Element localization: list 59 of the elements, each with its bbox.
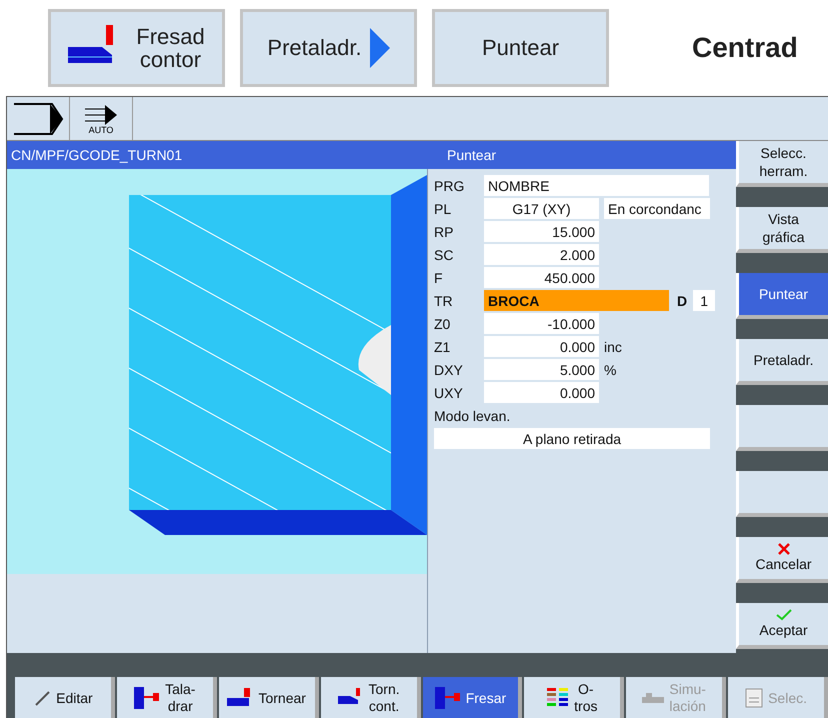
auto-mode-icon (83, 102, 119, 124)
close-icon (778, 542, 790, 555)
softkey[interactable] (736, 471, 828, 517)
lathe-icon (642, 691, 664, 705)
drill-tool-icon (134, 687, 160, 709)
softkey[interactable] (736, 405, 828, 451)
name-field[interactable]: NOMBRE (484, 175, 709, 196)
menu-tab[interactable]: Fresar (422, 677, 522, 718)
menu-button[interactable]: Puntear (432, 9, 609, 87)
softkey[interactable]: Cancelar (736, 537, 828, 583)
window-title: Puntear (447, 147, 496, 163)
value-field[interactable]: 0.000 (484, 382, 599, 403)
pencil-icon (33, 689, 52, 707)
menu-tab[interactable]: O- tros (524, 677, 624, 718)
softkey[interactable]: Selecc. herram. (736, 141, 828, 187)
param-label: PRG (434, 178, 466, 194)
tool-field[interactable]: BROCA (484, 290, 669, 311)
program-arrow-icon (12, 102, 64, 136)
check-icon (776, 608, 792, 621)
d-field[interactable]: 1 (693, 290, 716, 311)
menu-tab[interactable]: Tala- drar (116, 677, 217, 718)
menu-tab[interactable]: Torn. cont. (320, 677, 420, 718)
color-grid-icon (547, 688, 570, 708)
program-path: CN/MPF/GCODE_TURN01 (11, 147, 184, 163)
mode-label: AUTO (88, 124, 114, 134)
param-label: SC (434, 246, 454, 262)
param-label: RP (434, 224, 454, 240)
retract-mode-field[interactable]: A plano retirada (434, 428, 710, 449)
value-field[interactable]: 0.000 (484, 336, 599, 357)
document-icon (745, 688, 764, 708)
param-label: Z0 (434, 316, 452, 332)
param-label: PL (434, 200, 452, 216)
d-label: D (677, 292, 688, 308)
softkey[interactable]: Aceptar (736, 603, 828, 649)
page-heading: Centrad (692, 32, 798, 64)
drill-tool-icon (434, 687, 461, 709)
param-label: DXY (434, 362, 464, 378)
unit-label: inc (604, 338, 622, 354)
value-field[interactable]: 15.000 (484, 221, 599, 242)
value-field[interactable]: 450.000 (484, 267, 599, 288)
arrow-right-icon (370, 28, 390, 68)
unit-label: % (604, 362, 616, 378)
softkey[interactable]: Pretaladr. (736, 339, 828, 385)
menu-button[interactable]: Pretaladr. (240, 9, 417, 87)
param-label: F (434, 270, 444, 286)
menu-tab[interactable]: Tornear (218, 677, 319, 718)
param-label: TR (434, 292, 454, 308)
param-label: Modo levan. (434, 408, 510, 424)
menu-button[interactable]: Fresad contor (48, 9, 225, 87)
plane-field[interactable]: G17 (XY) (484, 198, 599, 219)
softkey[interactable]: Puntear (736, 273, 828, 319)
value-field[interactable]: 5.000 (484, 359, 599, 380)
param-label: Z1 (434, 338, 452, 354)
softkey[interactable]: Vista gráfica (736, 207, 828, 253)
value-field[interactable]: 2.000 (484, 244, 599, 265)
menu-tab[interactable]: Editar (15, 677, 115, 718)
value-field[interactable]: -10.000 (484, 313, 599, 334)
mode-field[interactable]: En corcondanc (604, 198, 710, 219)
param-label: UXY (434, 384, 464, 400)
